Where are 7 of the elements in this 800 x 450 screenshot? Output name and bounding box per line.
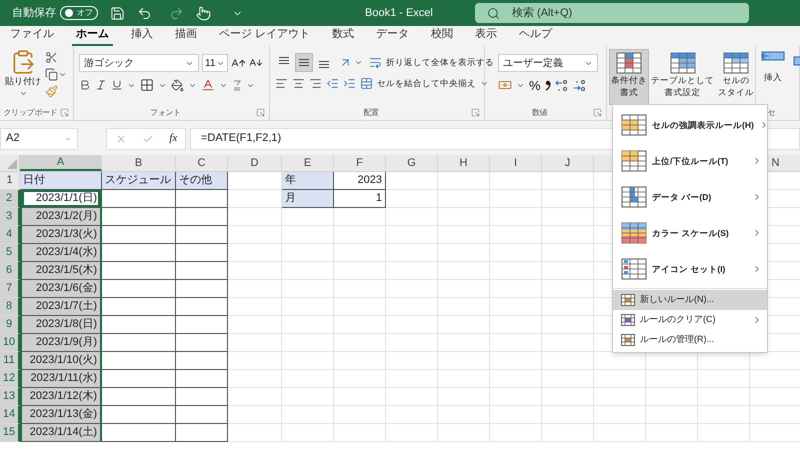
group-label: 数値 [532, 106, 548, 118]
group-label: クリップボード [4, 106, 58, 118]
group-label: フォント [150, 106, 181, 118]
autosave-label: 自動保存 [12, 6, 56, 21]
group-label: セ [768, 106, 776, 118]
window-title: Book1 - Excel [365, 6, 434, 21]
group-label: 配置 [363, 106, 379, 118]
